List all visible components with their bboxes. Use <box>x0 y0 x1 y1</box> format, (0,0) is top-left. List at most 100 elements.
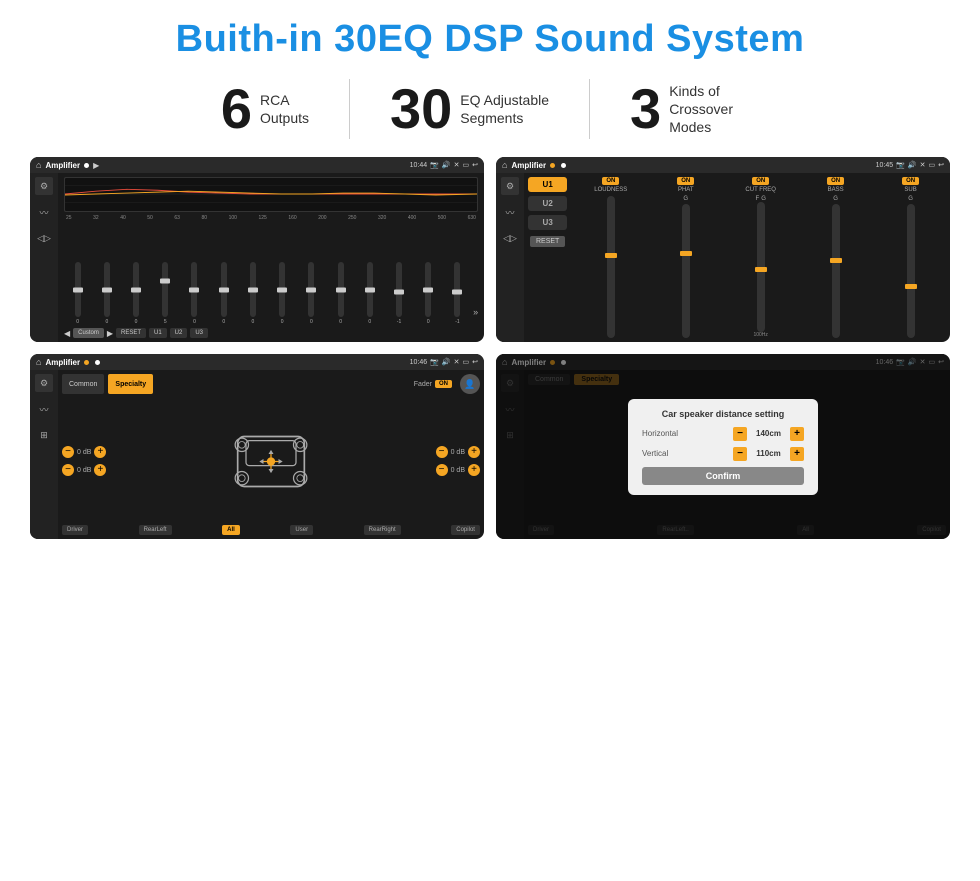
slider-12[interactable]: -1 <box>385 262 412 325</box>
expand-icon[interactable]: » <box>473 307 478 325</box>
stat-crossover: 3 Kinds ofCrossover Modes <box>590 81 799 137</box>
status-dot-1 <box>84 163 89 168</box>
loudness-on-badge: ON <box>602 177 619 185</box>
vol-minus-3[interactable]: − <box>436 446 448 458</box>
loudness-control: ON LOUDNESS <box>575 177 646 338</box>
slider-4[interactable]: 5 <box>152 262 179 325</box>
sidebar-eq-icon[interactable]: ⚙ <box>35 177 53 195</box>
sidebar-expand-icon-3[interactable]: ⊞ <box>35 426 53 444</box>
vol-plus-4[interactable]: + <box>468 464 480 476</box>
status-bar-right-3: 10:46 📷 🔊 ✕ ▭ ↩ <box>410 358 478 366</box>
confirm-button[interactable]: Confirm <box>642 467 804 485</box>
slider-1[interactable]: 0 <box>64 262 91 325</box>
slider-11[interactable]: 0 <box>356 262 383 325</box>
common-tab-3[interactable]: Common <box>62 374 104 394</box>
sidebar-eq-icon-3[interactable]: ⚙ <box>35 374 53 392</box>
vol-plus-3[interactable]: + <box>468 446 480 458</box>
status-bar-right-2: 10:45 📷 🔊 ✕ ▭ ↩ <box>876 161 944 169</box>
next-preset-button[interactable]: ▶ <box>107 329 113 338</box>
vol-minus-1[interactable]: − <box>62 446 74 458</box>
vol-plus-2[interactable]: + <box>94 464 106 476</box>
slider-13[interactable]: 0 <box>415 262 442 325</box>
slider-9[interactable]: 0 <box>298 262 325 325</box>
sidebar-vol-icon[interactable]: ◁▷ <box>35 229 53 247</box>
cutfreq-on-badge: ON <box>752 177 769 185</box>
user-button-3[interactable]: User <box>290 525 313 535</box>
u1-button-1[interactable]: U1 <box>149 328 167 338</box>
u2-button-1[interactable]: U2 <box>170 328 188 338</box>
status-dot-2b <box>561 163 566 168</box>
sidebar-vol-icon-2[interactable]: ◁▷ <box>501 229 519 247</box>
freq-320: 320 <box>378 215 386 221</box>
slider-6[interactable]: 0 <box>210 262 237 325</box>
specialty-tab-3[interactable]: Specialty <box>108 374 153 394</box>
driver-button-3[interactable]: Driver <box>62 525 88 535</box>
sidebar-wave-icon-3[interactable]: 〰 <box>35 400 53 418</box>
screen2-content: ⚙ 〰 ◁▷ U1 U2 U3 RESET ON LOUDNESS <box>496 173 950 342</box>
slider-2[interactable]: 0 <box>93 262 120 325</box>
dialog-row-horizontal: Horizontal − 140cm + <box>642 427 804 441</box>
cutfreq-slider[interactable] <box>757 202 765 332</box>
camera-icon-1: 📷 <box>430 161 439 169</box>
rearright-button-3[interactable]: RearRight <box>364 525 401 535</box>
slider-10[interactable]: 0 <box>327 262 354 325</box>
vol-minus-4[interactable]: − <box>436 464 448 476</box>
status-bar-3: ⌂ Amplifier 10:46 📷 🔊 ✕ ▭ ↩ <box>30 354 484 370</box>
fader-area: Common Specialty Fader ON 👤 <box>58 370 484 539</box>
back-icon-2[interactable]: ↩ <box>938 161 944 169</box>
sidebar-wave-icon[interactable]: 〰 <box>35 203 53 221</box>
slider-14[interactable]: -1 <box>444 262 471 325</box>
dialog-title: Car speaker distance setting <box>642 409 804 419</box>
slider-8[interactable]: 0 <box>269 262 296 325</box>
horizontal-control: − 140cm + <box>733 427 804 441</box>
sidebar-wave-icon-2[interactable]: 〰 <box>501 203 519 221</box>
horizontal-minus-button[interactable]: − <box>733 427 747 441</box>
u2-select-button[interactable]: U2 <box>528 196 567 211</box>
rearleft-button-3[interactable]: RearLeft <box>139 525 172 535</box>
u1-select-button[interactable]: U1 <box>528 177 567 192</box>
freq-400: 400 <box>408 215 416 221</box>
vertical-plus-button[interactable]: + <box>790 447 804 461</box>
bass-slider[interactable] <box>832 204 840 338</box>
prev-preset-button[interactable]: ◀ <box>64 329 70 338</box>
back-icon-3[interactable]: ↩ <box>472 358 478 366</box>
sidebar-eq-icon-2[interactable]: ⚙ <box>501 177 519 195</box>
reset-button-1[interactable]: RESET <box>116 328 146 338</box>
stat-label-eq: EQ AdjustableSegments <box>460 91 549 127</box>
phat-slider[interactable] <box>682 204 690 338</box>
status-dot-3 <box>84 360 89 365</box>
screen3-content: ⚙ 〰 ⊞ Common Specialty Fader ON 👤 <box>30 370 484 539</box>
stat-rca: 6 RCAOutputs <box>181 81 349 137</box>
reset-button-2[interactable]: RESET <box>530 236 565 247</box>
sub-label: SUB <box>904 187 916 193</box>
slider-3[interactable]: 0 <box>122 262 149 325</box>
eq-controls: ◀ Custom ▶ RESET U1 U2 U3 <box>64 328 478 338</box>
vertical-minus-button[interactable]: − <box>733 447 747 461</box>
freq-25: 25 <box>66 215 72 221</box>
back-icon-1[interactable]: ↩ <box>472 161 478 169</box>
vol-minus-2[interactable]: − <box>62 464 74 476</box>
slider-5[interactable]: 0 <box>181 262 208 325</box>
fader-label: Fader ON <box>414 374 452 394</box>
horizontal-plus-button[interactable]: + <box>790 427 804 441</box>
u3-button-1[interactable]: U3 <box>190 328 208 338</box>
play-icon-1: ▶ <box>93 161 99 170</box>
custom-preset-button[interactable]: Custom <box>73 328 104 338</box>
freq-125: 125 <box>258 215 266 221</box>
stat-eq: 30 EQ AdjustableSegments <box>350 81 589 137</box>
freq-labels: 25 32 40 50 63 80 100 125 160 200 250 32… <box>64 215 478 221</box>
u3-select-button[interactable]: U3 <box>528 215 567 230</box>
settings-icon-3[interactable]: 👤 <box>460 374 480 394</box>
copilot-button-3[interactable]: Copilot <box>451 525 480 535</box>
freq-50: 50 <box>147 215 153 221</box>
sub-on-badge: ON <box>902 177 919 185</box>
slider-7[interactable]: 0 <box>239 262 266 325</box>
vol-value-2: 0 dB <box>77 467 91 474</box>
sub-slider[interactable] <box>907 204 915 338</box>
stat-number-crossover: 3 <box>630 81 661 137</box>
loudness-slider[interactable] <box>607 196 615 338</box>
all-button-3[interactable]: All <box>222 525 240 535</box>
stat-number-rca: 6 <box>221 81 252 137</box>
vol-plus-1[interactable]: + <box>94 446 106 458</box>
freq-250: 250 <box>348 215 356 221</box>
